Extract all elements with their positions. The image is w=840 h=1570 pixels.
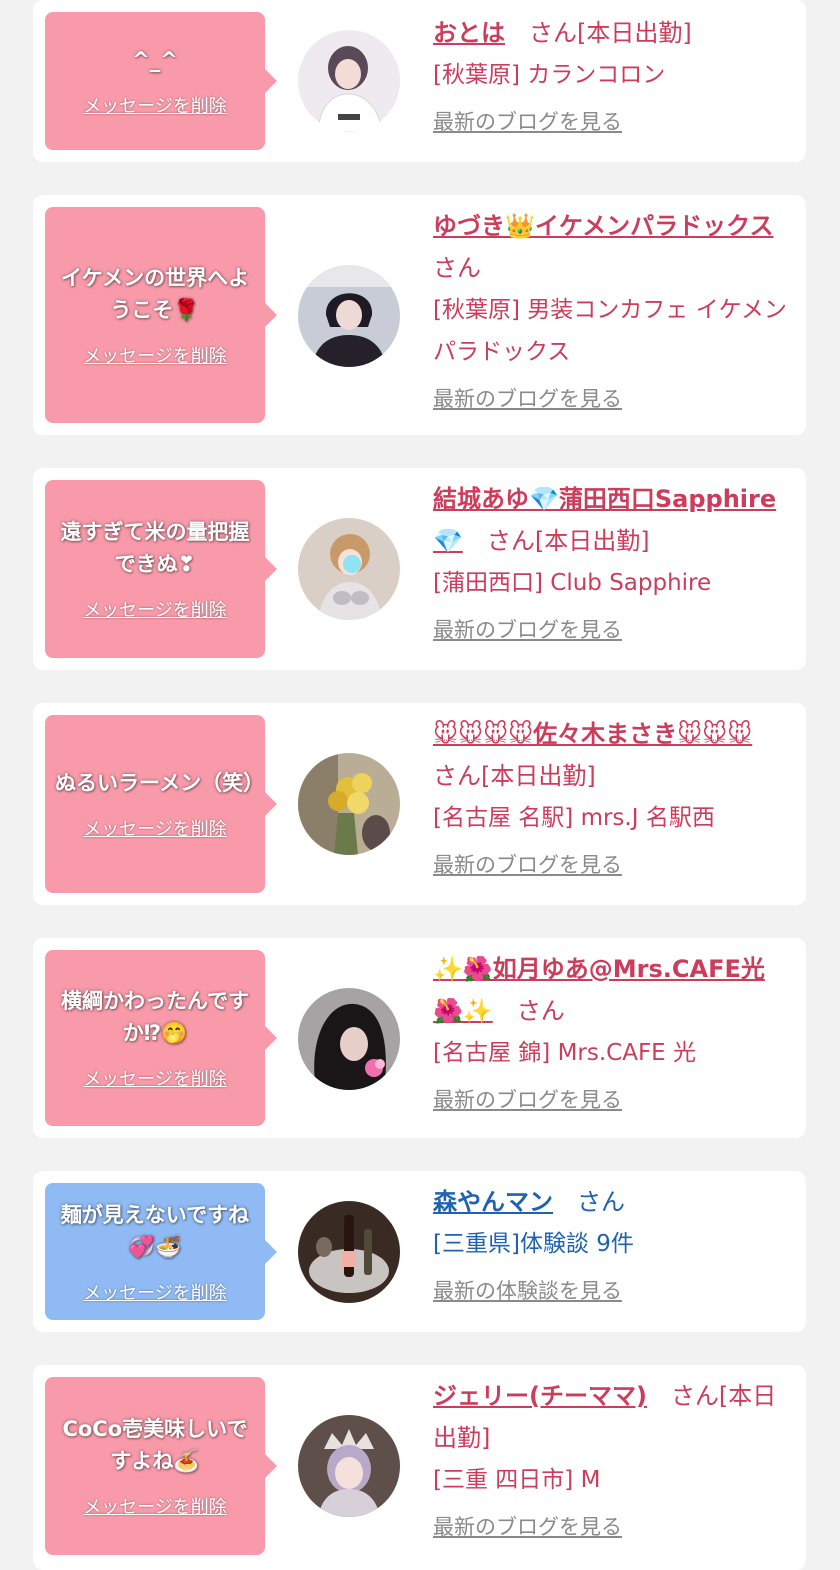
girl-name-link[interactable]: ジェリー(チーママ)	[433, 1382, 647, 1410]
girl-name-link[interactable]: おとは	[433, 19, 505, 47]
review-count: [三重県]体験談 9件	[433, 1231, 634, 1257]
latest-blog-link[interactable]: 最新のブログを見る	[433, 383, 622, 413]
delete-message-link[interactable]: メッセージを削除	[83, 596, 227, 622]
girl-name-link[interactable]: 🐭🐭🐭🐭佐々木まさき🐭🐭🐭	[433, 720, 752, 748]
user-name-link[interactable]: 森やんマン	[433, 1188, 553, 1216]
shop-name: [蒲田西口] Club Sapphire	[433, 570, 712, 596]
avatar[interactable]	[298, 1415, 400, 1517]
shop-info: おとは さん[本日出勤] [秋葉原] カランコロン 最新のブログを見る	[433, 12, 793, 136]
delete-message-link[interactable]: メッセージを削除	[83, 815, 227, 841]
delete-message-link[interactable]: メッセージを削除	[83, 342, 227, 368]
shop-name: [名古屋 錦] Mrs.CAFE 光	[433, 1040, 697, 1066]
shop-name: [秋葉原] カランコロン	[433, 62, 666, 88]
shop-name: [三重 四日市] M	[433, 1467, 601, 1493]
message-bubble: 麺が見えないですね💞🍜 メッセージを削除	[45, 1183, 277, 1320]
shop-info: 森やんマン さん [三重県]体験談 9件 最新の体験談を見る	[433, 1181, 793, 1305]
message-card: 麺が見えないですね💞🍜 メッセージを削除 森やんマン さん [三重県]体験談 9…	[33, 1171, 806, 1332]
latest-blog-link[interactable]: 最新のブログを見る	[433, 849, 622, 879]
message-text: ^_^	[132, 48, 178, 72]
honorific-status: さん[本日出勤]	[433, 762, 596, 790]
avatar[interactable]	[298, 265, 400, 367]
delete-message-link[interactable]: メッセージを削除	[83, 1065, 227, 1091]
message-card: 横綱かわったんですか⁉🤭 メッセージを削除 ✨🌺如月ゆあ@Mrs.CAFE光🌺✨…	[33, 938, 806, 1138]
message-text: イケメンの世界へようこそ🌹	[60, 266, 250, 322]
message-card: CoCo壱美味しいですよね🍝 メッセージを削除 ジェリー(チーママ) さん[本日…	[33, 1365, 806, 1570]
latest-review-link[interactable]: 最新の体験談を見る	[433, 1275, 622, 1305]
honorific-status: さん	[577, 1188, 625, 1216]
shop-name: [名古屋 名駅] mrs.J 名駅西	[433, 805, 715, 831]
message-bubble: 遠すぎて米の量把握できぬ❣ メッセージを削除	[45, 480, 277, 658]
delete-message-link[interactable]: メッセージを削除	[83, 92, 227, 118]
shop-info: ゆづき👑イケメンパラドックス さん [秋葉原] 男装コンカフェ イケメンパラドッ…	[433, 205, 793, 413]
message-bubble: イケメンの世界へようこそ🌹 メッセージを削除	[45, 207, 277, 423]
avatar[interactable]	[298, 518, 400, 620]
message-card: イケメンの世界へようこそ🌹 メッセージを削除 ゆづき👑イケメンパラドックス さん…	[33, 195, 806, 435]
avatar[interactable]	[298, 753, 400, 855]
message-text: CoCo壱美味しいですよね🍝	[62, 1417, 248, 1473]
shop-info: ✨🌺如月ゆあ@Mrs.CAFE光🌺✨ さん [名古屋 錦] Mrs.CAFE 光…	[433, 948, 793, 1114]
latest-blog-link[interactable]: 最新のブログを見る	[433, 614, 622, 644]
avatar[interactable]	[298, 988, 400, 1090]
girl-name-link[interactable]: ✨🌺如月ゆあ@Mrs.CAFE光🌺✨	[433, 955, 765, 1025]
message-text: 遠すぎて米の量把握できぬ❣	[60, 520, 250, 576]
latest-blog-link[interactable]: 最新のブログを見る	[433, 1084, 622, 1114]
honorific-status: さん	[433, 254, 481, 282]
avatar[interactable]	[298, 30, 400, 132]
shop-info: ジェリー(チーママ) さん[本日出勤] [三重 四日市] M 最新のブログを見る	[433, 1375, 793, 1541]
message-bubble: CoCo壱美味しいですよね🍝 メッセージを削除	[45, 1377, 277, 1555]
honorific-status: さん[本日出勤]	[486, 527, 650, 555]
honorific-status: さん[本日出勤]	[529, 19, 692, 47]
latest-blog-link[interactable]: 最新のブログを見る	[433, 1511, 622, 1541]
message-card: 遠すぎて米の量把握できぬ❣ メッセージを削除 結城あゆ💎蒲田西口Sapphire…	[33, 468, 806, 670]
shop-info: 結城あゆ💎蒲田西口Sapphire💎 さん[本日出勤] [蒲田西口] Club …	[433, 478, 793, 644]
latest-blog-link[interactable]: 最新のブログを見る	[433, 106, 622, 136]
message-bubble: 横綱かわったんですか⁉🤭 メッセージを削除	[45, 950, 277, 1126]
girl-name-link[interactable]: ゆづき👑イケメンパラドックス	[433, 212, 773, 240]
message-bubble: ^_^ メッセージを削除	[45, 12, 277, 150]
shop-info: 🐭🐭🐭🐭佐々木まさき🐭🐭🐭 さん[本日出勤] [名古屋 名駅] mrs.J 名駅…	[433, 713, 793, 879]
message-text: ぬるいラーメン（笑）	[55, 771, 265, 795]
message-text: 横綱かわったんですか⁉🤭	[61, 989, 249, 1045]
avatar[interactable]	[298, 1201, 400, 1303]
honorific-status: さん	[516, 997, 565, 1025]
message-card: ^_^ メッセージを削除 おとは さん[本日出勤] [秋葉原] カランコロン 最…	[33, 0, 806, 162]
message-text: 麺が見えないですね💞🍜	[60, 1202, 250, 1259]
shop-name: [秋葉原] 男装コンカフェ イケメンパラドックス	[433, 297, 787, 365]
delete-message-link[interactable]: メッセージを削除	[83, 1493, 227, 1519]
message-bubble: ぬるいラーメン（笑） メッセージを削除	[45, 715, 277, 893]
message-list: ^_^ メッセージを削除 おとは さん[本日出勤] [秋葉原] カランコロン 最…	[0, 0, 840, 1570]
delete-message-link[interactable]: メッセージを削除	[83, 1279, 227, 1305]
message-card: ぬるいラーメン（笑） メッセージを削除 🐭🐭🐭🐭佐々木まさき🐭🐭🐭 さん[本日出…	[33, 703, 806, 905]
